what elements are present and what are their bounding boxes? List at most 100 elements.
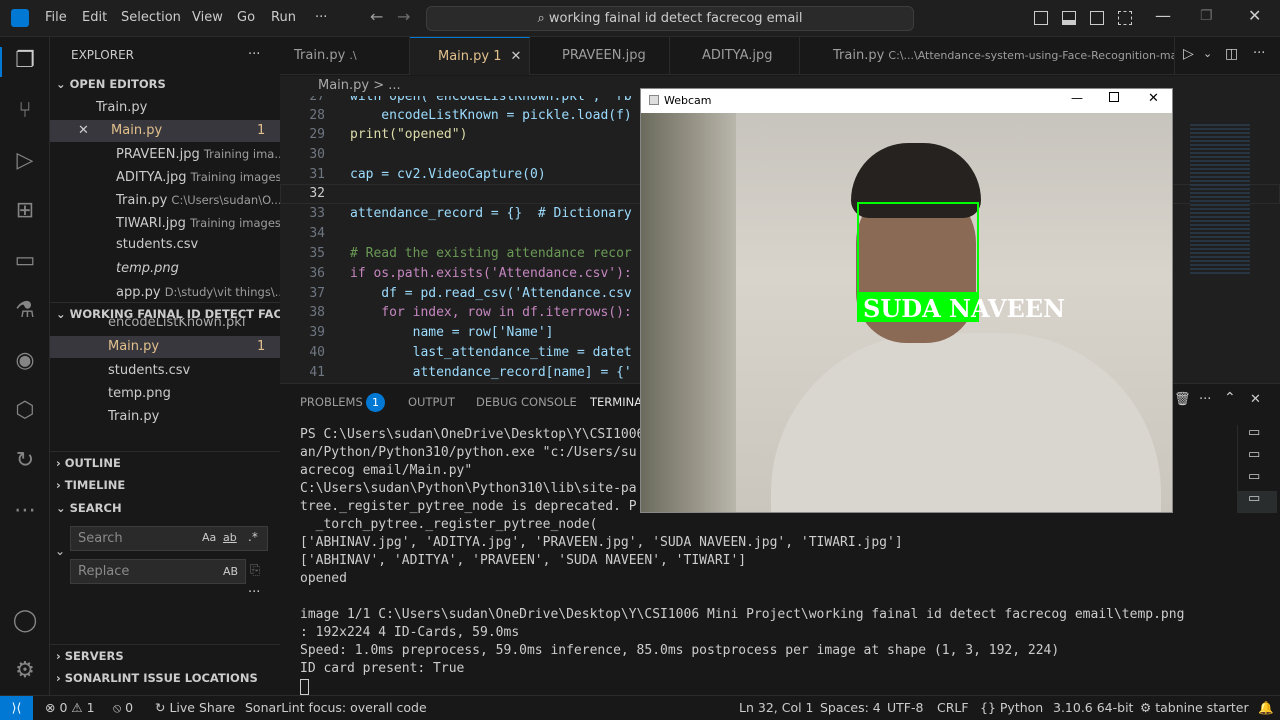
open-editor-item[interactable]: ADITYA.jpg Training images xyxy=(50,166,280,188)
menu-edit[interactable]: Edit xyxy=(82,10,107,25)
close-tab-icon[interactable]: ✕ xyxy=(511,49,522,64)
webcam-window[interactable]: Webcam — ✕ SUDA NAVEEN xyxy=(640,88,1173,513)
panel-more-icon[interactable]: ··· xyxy=(1199,392,1211,407)
ports-status[interactable]: ⦸ 0 xyxy=(113,700,133,716)
maximize-panel-icon[interactable]: ⌃ xyxy=(1224,390,1236,406)
minimize-icon[interactable]: — xyxy=(1071,91,1083,105)
menu-selection[interactable]: Selection xyxy=(121,10,181,25)
more-icon[interactable]: ⋯ xyxy=(11,497,39,525)
live-share-icon[interactable]: ↻ xyxy=(11,447,39,475)
testing-icon[interactable]: ⚗ xyxy=(11,297,39,325)
menu-go[interactable]: Go xyxy=(237,10,255,25)
explorer-icon[interactable]: ❐ xyxy=(11,47,39,75)
tab-train-py-2[interactable]: Train.py C:\...\Attendance-system-using-… xyxy=(800,37,1175,75)
open-editor-item[interactable]: students.csv xyxy=(50,234,280,256)
preserve-case-icon[interactable]: AB xyxy=(223,565,238,578)
source-control-icon[interactable]: ⑂ xyxy=(11,97,39,125)
tab-output[interactable]: OUTPUT xyxy=(408,395,455,409)
open-editor-item[interactable]: TIWARI.jpg Training images xyxy=(50,212,280,234)
restore-icon[interactable]: ❐ xyxy=(1200,8,1213,24)
close-panel-icon[interactable]: ✕ xyxy=(1250,392,1261,407)
split-editor-icon[interactable]: ◫ xyxy=(1225,46,1238,62)
folder-item[interactable]: students.csv xyxy=(50,360,280,382)
back-arrow-icon[interactable]: ← xyxy=(370,7,383,26)
live-share-status[interactable]: ↻ Live Share xyxy=(155,700,235,715)
close-icon[interactable]: ✕ xyxy=(78,123,89,138)
servers-header[interactable]: › SERVERS xyxy=(50,644,280,666)
open-editor-item[interactable]: PRAVEEN.jpg Training ima... xyxy=(50,143,280,165)
minimize-icon[interactable]: — xyxy=(1155,6,1171,25)
sonarlint-header[interactable]: › SONARLINT ISSUE LOCATIONS xyxy=(50,667,280,689)
python-interpreter[interactable]: 3.10.6 64-bit xyxy=(1053,700,1133,715)
menu-more[interactable]: ··· xyxy=(315,10,327,25)
menu-view[interactable]: View xyxy=(192,10,223,25)
explorer-more-icon[interactable]: ··· xyxy=(248,44,268,66)
settings-gear-icon[interactable]: ⚙ xyxy=(11,657,39,685)
folder-item[interactable]: temp.png xyxy=(50,383,280,405)
replace-all-icon[interactable]: ⎘ xyxy=(250,563,260,578)
open-editor-item-active[interactable]: ✕ Main.py 1 xyxy=(50,120,280,142)
close-icon[interactable]: ✕ xyxy=(1148,91,1159,106)
close-window-icon[interactable]: ✕ xyxy=(1248,6,1261,25)
tab-praveen-jpg[interactable]: PRAVEEN.jpg xyxy=(530,37,670,75)
sonarlint-status[interactable]: SonarLint focus: overall code xyxy=(245,700,427,715)
menu-file[interactable]: File xyxy=(45,10,67,25)
line-endings[interactable]: CRLF xyxy=(937,700,969,715)
webcam-titlebar[interactable]: Webcam — ✕ xyxy=(641,89,1172,113)
open-editors-header[interactable]: ⌄ OPEN EDITORS xyxy=(50,73,280,95)
maximize-icon[interactable] xyxy=(1109,92,1119,102)
encoding[interactable]: UTF-8 xyxy=(887,700,923,715)
match-word-icon[interactable]: ab xyxy=(223,531,237,544)
accounts-icon[interactable]: ◯ xyxy=(11,607,39,635)
customize-layout-icon[interactable] xyxy=(1118,11,1132,25)
timeline-header[interactable]: › TIMELINE xyxy=(50,474,280,496)
tab-aditya-jpg[interactable]: ADITYA.jpg xyxy=(670,37,800,75)
tab-debug-console[interactable]: DEBUG CONSOLE xyxy=(476,395,577,409)
run-debug-icon[interactable]: ▷ xyxy=(11,147,39,175)
remote-indicator-icon[interactable]: ⟩⟨ xyxy=(0,696,33,720)
replace-input[interactable]: Replace AB xyxy=(70,559,246,584)
timeline-icon[interactable]: ◉ xyxy=(11,347,39,375)
terminal-icon[interactable]: ▭ xyxy=(1248,425,1260,440)
language-mode[interactable]: {} Python xyxy=(980,700,1043,715)
terminal-icon[interactable]: ▭ xyxy=(1248,469,1260,484)
notifications-bell-icon[interactable]: 🔔 xyxy=(1258,700,1274,716)
folder-item-active[interactable]: Main.py 1 xyxy=(50,336,280,358)
run-icon[interactable]: ▷ xyxy=(1183,46,1194,62)
outline-header[interactable]: › OUTLINE xyxy=(50,451,280,473)
terminal-icon-active[interactable]: ▭ xyxy=(1238,491,1277,513)
minimap[interactable] xyxy=(1190,124,1250,274)
tab-train-py[interactable]: Train.py .\ xyxy=(280,37,410,75)
command-center[interactable]: ⌕ working fainal id detect facrecog emai… xyxy=(426,6,914,31)
docker-icon[interactable]: ⬡ xyxy=(11,397,39,425)
editor-more-icon[interactable]: ··· xyxy=(1253,46,1265,61)
forward-arrow-icon[interactable]: → xyxy=(397,7,410,26)
chevron-down-icon[interactable]: ⌄ xyxy=(1203,47,1212,60)
open-editor-item[interactable]: Train.py xyxy=(50,97,280,119)
menu-run[interactable]: Run xyxy=(271,10,296,25)
folder-item[interactable]: Train.py xyxy=(50,406,280,428)
search-more-icon[interactable]: ··· xyxy=(248,585,260,600)
tab-main-py[interactable]: Main.py 1 ✕ xyxy=(410,37,530,75)
extensions-icon[interactable]: ⊞ xyxy=(11,197,39,225)
problems-status[interactable]: ⊗ 0 ⚠ 1 xyxy=(45,700,95,715)
indentation[interactable]: Spaces: 4 xyxy=(820,700,881,715)
open-editor-item[interactable]: app.py D:\study\vit things\... xyxy=(50,281,280,303)
search-header[interactable]: ⌄ SEARCH xyxy=(50,497,280,519)
regex-icon[interactable]: .* xyxy=(248,530,258,544)
toggle-replace-icon[interactable]: ⌄ xyxy=(55,544,65,558)
toggle-sidebar-icon[interactable] xyxy=(1034,11,1048,25)
terminal-icon[interactable]: ▭ xyxy=(1248,447,1260,462)
trash-icon[interactable]: 🗑 xyxy=(1174,392,1191,407)
toggle-panel-icon[interactable] xyxy=(1062,11,1076,25)
folder-item[interactable]: encodeListKnown.pkl xyxy=(50,318,280,332)
match-case-icon[interactable]: Aa xyxy=(202,531,216,544)
open-editor-item[interactable]: Train.py C:\Users\sudan\O... xyxy=(50,189,280,211)
open-editor-item[interactable]: temp.png xyxy=(50,258,280,280)
tabnine-status[interactable]: ⚙ tabnine starter xyxy=(1140,700,1249,715)
toggle-secondary-sidebar-icon[interactable] xyxy=(1090,11,1104,25)
tab-problems[interactable]: PROBLEMS xyxy=(300,395,363,409)
cursor-position[interactable]: Ln 32, Col 1 xyxy=(739,700,814,715)
remote-explorer-icon[interactable]: ▭ xyxy=(11,247,39,275)
search-input[interactable]: Search Aa ab .* xyxy=(70,526,268,551)
